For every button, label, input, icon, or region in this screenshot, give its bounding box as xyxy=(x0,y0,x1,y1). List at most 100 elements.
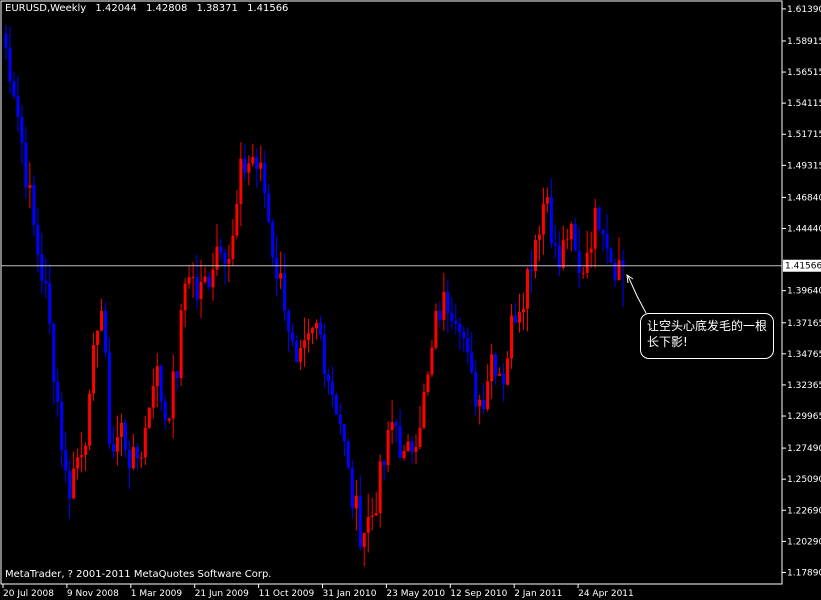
candle-body xyxy=(191,277,195,279)
price-label: 1.32365 xyxy=(787,381,821,391)
symbol-timeframe: EURUSD,Weekly xyxy=(5,3,87,14)
candle-body xyxy=(199,281,203,300)
open-price: 1.42044 xyxy=(95,3,137,14)
candle-body xyxy=(422,392,426,428)
high-price: 1.42808 xyxy=(145,3,188,14)
candle-body xyxy=(366,516,370,533)
candle-body xyxy=(470,352,474,373)
candle-body xyxy=(577,251,581,274)
candle-body xyxy=(219,246,223,253)
candle-body xyxy=(362,532,366,547)
chart-window[interactable]: 1.61390 1.58915 1.56515 1.54115 1.51715 1.493… xyxy=(0,0,821,600)
candle-body xyxy=(581,272,585,274)
candle-body xyxy=(410,441,414,452)
close-price: 1.41566 xyxy=(247,3,289,14)
candle-body xyxy=(490,354,494,382)
candle-body xyxy=(529,269,533,272)
candle-body xyxy=(227,259,231,264)
candle-body xyxy=(115,437,119,452)
candle-body xyxy=(350,467,354,509)
price-label: 1.58915 xyxy=(787,37,821,47)
candle-body xyxy=(279,273,283,279)
candle-body xyxy=(195,277,199,300)
candle-body xyxy=(20,116,24,143)
candle-body xyxy=(183,283,187,311)
candle-body xyxy=(370,515,374,517)
candle-body xyxy=(569,223,573,240)
price-label: 1.17890 xyxy=(787,568,821,578)
candle-body xyxy=(318,322,322,335)
candle-body xyxy=(617,260,621,281)
candle-body xyxy=(68,470,72,499)
candle-body xyxy=(525,269,529,309)
price-label: 1.20290 xyxy=(787,537,821,547)
candle-body xyxy=(454,320,458,324)
current-price-label: 1.41566 xyxy=(785,262,821,272)
candle-body xyxy=(322,334,326,375)
candle-body xyxy=(406,441,410,452)
candle-body xyxy=(303,340,307,349)
candle-body xyxy=(326,374,330,382)
candle-body xyxy=(267,193,271,223)
candle-body xyxy=(510,315,514,359)
candle-body xyxy=(155,366,159,387)
price-label: 1.56515 xyxy=(787,68,821,78)
candle-body xyxy=(211,269,215,288)
candle-body xyxy=(48,283,52,324)
candle-body xyxy=(127,449,131,469)
time-label: 9 Nov 2008 xyxy=(67,589,119,599)
candle-body xyxy=(295,340,299,362)
time-label: 31 Jan 2010 xyxy=(323,589,377,599)
candle-body xyxy=(474,372,478,407)
candle-body xyxy=(175,371,179,378)
candle-body xyxy=(354,495,358,509)
candle-body xyxy=(522,308,525,313)
candle-body xyxy=(398,425,402,459)
candle-body xyxy=(275,257,279,279)
candle-body xyxy=(605,234,609,249)
candle-body xyxy=(482,399,486,410)
candle-body xyxy=(231,235,235,260)
candle-body xyxy=(92,344,96,394)
candle-body xyxy=(76,457,80,469)
candle-body xyxy=(573,223,577,252)
price-label: 1.39640 xyxy=(787,287,821,297)
time-label: 20 Jul 2008 xyxy=(3,589,54,599)
candle-body xyxy=(498,373,502,376)
candle-body xyxy=(251,157,255,164)
candle-body xyxy=(478,399,482,407)
price-label: 1.37165 xyxy=(787,319,821,329)
candle-body xyxy=(263,162,267,194)
candle-body xyxy=(502,373,506,385)
time-label: 12 Sep 2010 xyxy=(450,589,507,599)
candle-body xyxy=(585,252,589,273)
price-chart[interactable]: 1.61390 1.58915 1.56515 1.54115 1.51715 1.493… xyxy=(0,0,821,600)
candle-body xyxy=(271,222,275,258)
chart-header: EURUSD,Weekly 1.42044 1.42808 1.38371 1.… xyxy=(5,3,294,14)
candle-body xyxy=(80,455,84,458)
price-label: 1.27490 xyxy=(787,444,821,454)
candle-body xyxy=(123,422,127,450)
candle-body xyxy=(247,163,251,173)
candle-body xyxy=(374,513,378,516)
candle-body xyxy=(8,47,12,82)
candle-body xyxy=(315,322,318,329)
candle-body xyxy=(565,239,569,241)
candle-body xyxy=(462,331,466,338)
plot-frame xyxy=(0,0,783,585)
candle-body xyxy=(52,323,56,382)
candle-body xyxy=(255,157,259,169)
candle-body xyxy=(311,328,314,334)
callout-pointer xyxy=(627,275,647,314)
candle-body xyxy=(24,142,28,188)
annotation-callout[interactable]: 让空头心底发毛的一根 长下影! xyxy=(640,313,774,359)
candle-body xyxy=(442,291,446,320)
candle-body xyxy=(88,393,92,446)
candle-body xyxy=(143,427,147,458)
candle-body xyxy=(203,276,207,282)
candle-body xyxy=(418,427,422,448)
candle-body xyxy=(104,310,107,353)
candle-body xyxy=(601,229,605,235)
candle-body xyxy=(179,310,183,378)
candle-body xyxy=(243,158,247,173)
